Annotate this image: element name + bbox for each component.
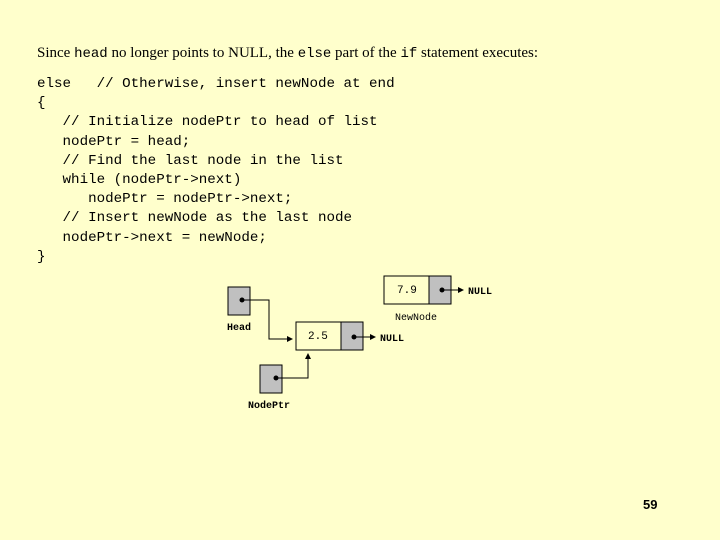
newnode-null-label: NULL — [468, 287, 492, 298]
head-pointer-box — [227, 286, 251, 316]
node1-value: 2.5 — [308, 331, 328, 343]
page-number: 59 — [643, 497, 658, 512]
linked-list-diagram: Head 2.5 NULL NodePtr 7.9 NULL NewNode — [227, 275, 492, 412]
newnode-label: NewNode — [395, 312, 437, 324]
head-label: Head — [227, 322, 251, 334]
node1-null-label: NULL — [380, 334, 404, 345]
newnode-value: 7.9 — [397, 285, 417, 297]
nodeptr-label: NodePtr — [248, 400, 290, 412]
nodeptr-box — [259, 364, 283, 394]
